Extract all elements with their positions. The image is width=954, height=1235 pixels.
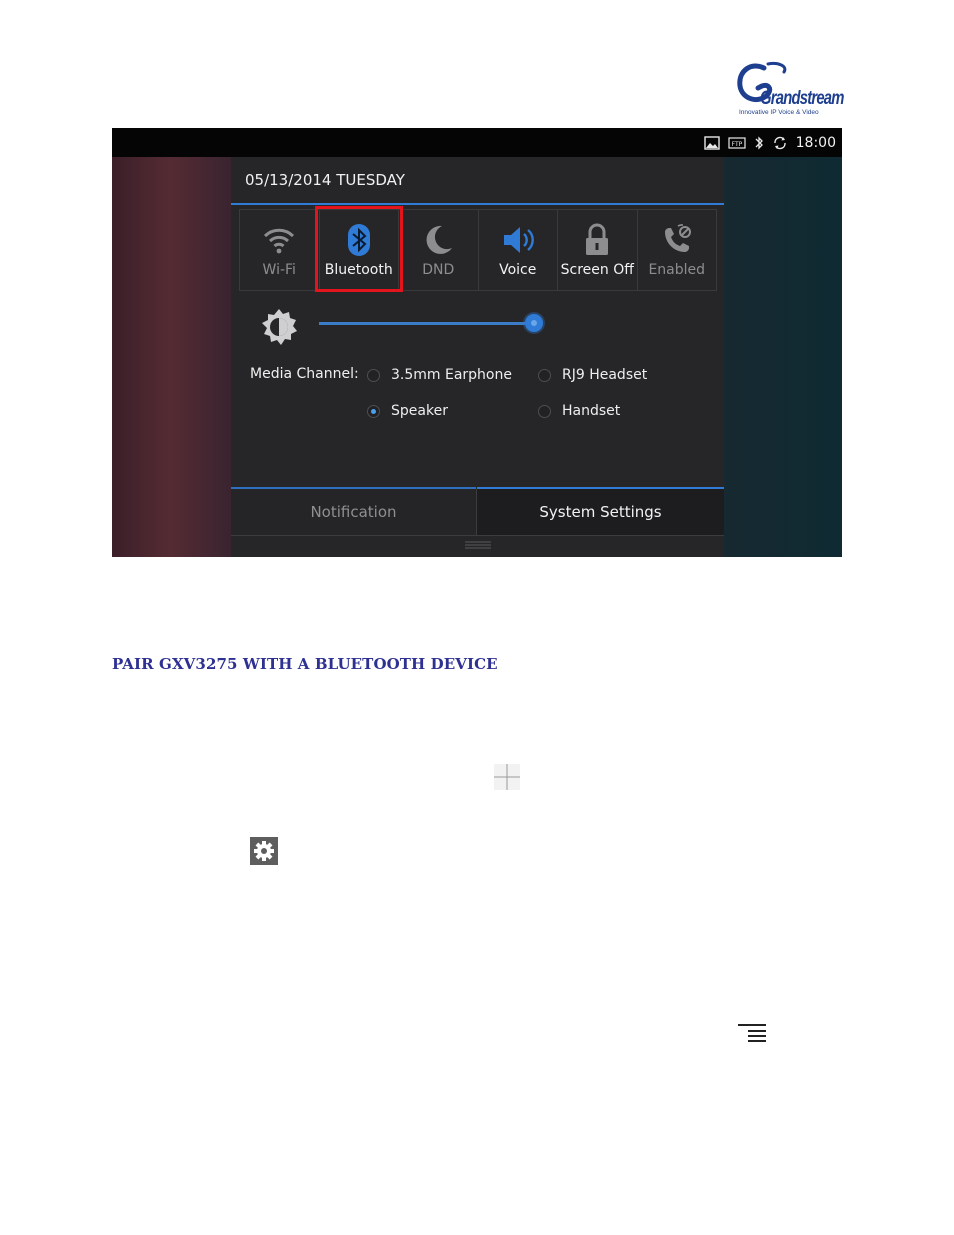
tab-notification[interactable]: Notification — [231, 489, 476, 535]
menu-icon — [738, 1024, 766, 1042]
section-heading: PAIR GXV3275 WITH A BLUETOOTH DEVICE — [112, 655, 498, 673]
sync-icon — [773, 136, 786, 150]
date-divider — [231, 203, 724, 205]
radio-label-earphone: 3.5mm Earphone — [391, 367, 512, 383]
tile-screen-off[interactable]: Screen Off — [558, 210, 638, 290]
lock-icon — [586, 223, 609, 255]
panel-tabs: Notification System Settings — [231, 487, 724, 536]
wifi-icon — [264, 228, 295, 254]
radio-handset[interactable] — [538, 405, 551, 418]
logo-brand-text: Grandstream — [760, 88, 844, 109]
tab-system-settings[interactable]: System Settings — [477, 489, 724, 535]
brightness-slider-track[interactable] — [319, 322, 533, 325]
tile-voice[interactable]: Voice — [479, 210, 558, 290]
tile-label: Bluetooth — [324, 262, 393, 278]
image-icon — [703, 136, 720, 150]
tile-wifi[interactable]: Wi-Fi — [240, 210, 320, 290]
apps-icon — [494, 764, 520, 790]
moon-icon — [426, 225, 453, 254]
grandstream-logo: Grandstream Innovative IP Voice & Video — [734, 60, 844, 120]
radio-label-rj9-headset: RJ9 Headset — [562, 367, 648, 383]
status-bar: FTP 18:00 — [112, 128, 842, 157]
radio-speaker[interactable] — [367, 405, 380, 418]
tab-bottom-divider — [231, 535, 724, 536]
tile-label: Voice — [499, 262, 537, 278]
radio-earphone[interactable] — [367, 369, 380, 382]
tile-bluetooth[interactable]: Bluetooth — [320, 210, 399, 290]
tile-label: Enabled — [648, 262, 706, 278]
radio-label-speaker: Speaker — [391, 403, 448, 419]
tile-dnd[interactable]: DND — [399, 210, 479, 290]
brightness-slider-thumb[interactable] — [525, 314, 543, 332]
quick-settings-panel: 05/13/2014 TUESDAY Wi-Fi Bluetooth DND V… — [231, 157, 724, 557]
radio-rj9-headset[interactable] — [538, 369, 551, 382]
tile-label: DND — [422, 262, 455, 278]
tile-enabled[interactable]: Enabled — [638, 210, 717, 290]
bluetooth-status-icon — [755, 136, 763, 150]
ftp-label: FTP — [731, 141, 742, 148]
drag-handle-icon[interactable] — [465, 540, 491, 550]
tile-label: Wi-Fi — [262, 262, 296, 278]
settings-icon — [250, 837, 278, 865]
status-time: 18:00 — [795, 135, 836, 151]
device-screenshot: FTP 18:00 05/13/2014 TUESDAY Wi-Fi Bluet… — [112, 128, 842, 557]
bluetooth-icon — [347, 224, 370, 256]
tile-label: Screen Off — [560, 262, 634, 278]
brightness-icon — [262, 309, 297, 345]
ftp-icon: FTP — [728, 137, 746, 149]
speaker-icon — [503, 227, 534, 253]
phone-icon — [664, 224, 691, 252]
logo-tagline: Innovative IP Voice & Video — [739, 109, 819, 116]
media-channel-label: Media Channel: — [250, 366, 359, 382]
radio-label-handset: Handset — [562, 403, 621, 419]
panel-date: 05/13/2014 TUESDAY — [245, 171, 405, 189]
quick-toggle-row: Wi-Fi Bluetooth DND Voice Screen Off Ena… — [239, 209, 717, 291]
